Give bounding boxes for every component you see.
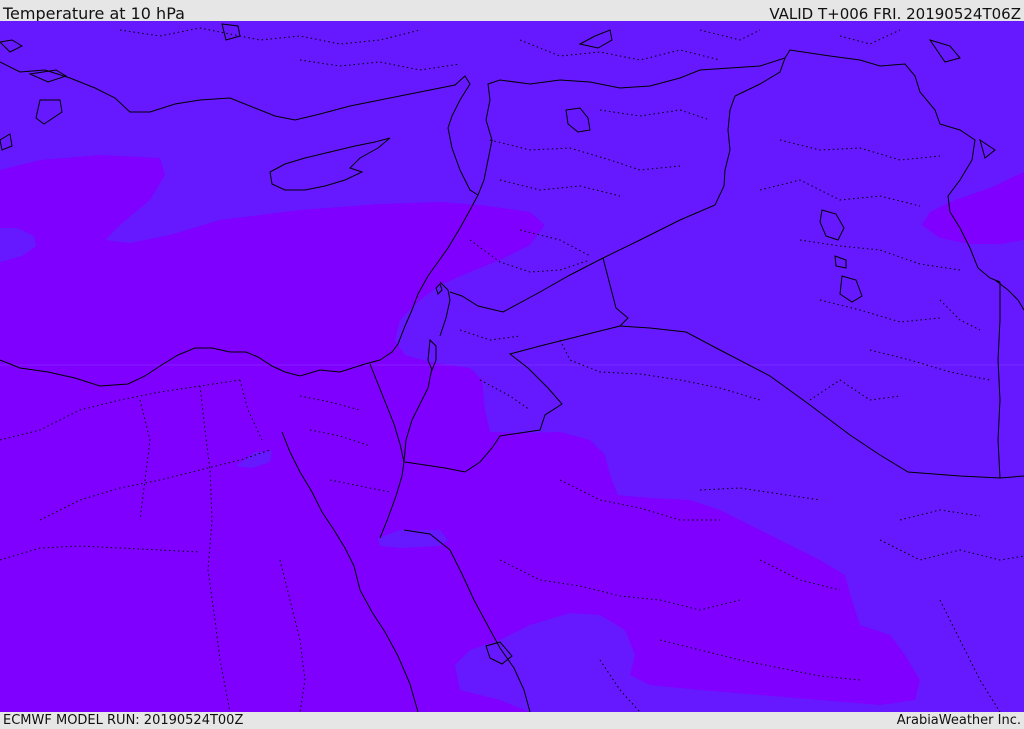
footer-bar: ECMWF MODEL RUN: 20190524T00Z ArabiaWeat… (0, 712, 1024, 729)
credit-label: ArabiaWeather Inc. (896, 713, 1021, 728)
header-bar: Temperature at 10 hPa VALID T+006 FRI. 2… (0, 0, 1024, 23)
map-figure: Temperature at 10 hPa VALID T+006 FRI. 2… (0, 0, 1024, 729)
model-run-label: ECMWF MODEL RUN: 20190524T00Z (3, 713, 244, 728)
weather-map (0, 21, 1024, 712)
